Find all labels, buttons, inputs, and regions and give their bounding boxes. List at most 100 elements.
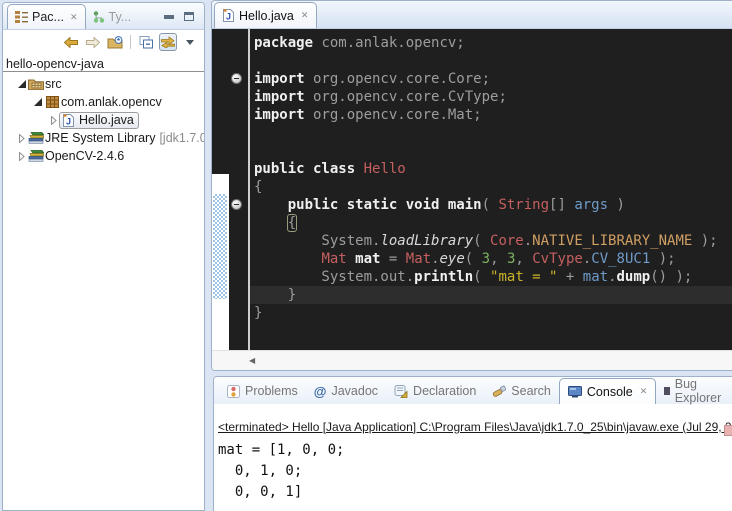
tab-label: Ty... bbox=[109, 10, 132, 24]
close-icon[interactable]: ✕ bbox=[640, 386, 648, 397]
svg-text:J: J bbox=[66, 116, 71, 126]
tab-label: Pac... bbox=[32, 10, 64, 24]
code-line[interactable]: import org.opencv.core.CvType; bbox=[254, 88, 732, 106]
range-indicator bbox=[213, 194, 227, 299]
tree-item-label: com.anlak.opencv bbox=[61, 95, 162, 109]
code-line[interactable]: { bbox=[254, 214, 732, 232]
fold-collapse-icon[interactable] bbox=[231, 73, 242, 84]
code-line[interactable]: public static void main( String[] args ) bbox=[254, 196, 732, 214]
tree-item-label: OpenCV-2.4.6 bbox=[45, 149, 124, 163]
code-line[interactable] bbox=[254, 142, 732, 160]
collapse-all-icon[interactable] bbox=[137, 33, 155, 51]
tab-label: Declaration bbox=[413, 384, 476, 398]
view-menu-icon[interactable] bbox=[181, 33, 199, 51]
tab-label: Console bbox=[587, 385, 633, 399]
java-file-icon: J bbox=[223, 9, 234, 22]
package-icon bbox=[43, 96, 61, 108]
tree-item-label: JRE System Library bbox=[45, 131, 155, 145]
bug-icon bbox=[664, 387, 669, 395]
view-window-buttons bbox=[164, 12, 200, 29]
library-icon bbox=[27, 150, 45, 162]
project-label: hello-opencv-java bbox=[6, 57, 104, 71]
console-body: <terminated> Hello [Java Application] C:… bbox=[214, 404, 732, 503]
console-line[interactable]: 0, 0, 1] bbox=[218, 482, 732, 503]
tree-item-jre-library[interactable]: JRE System Library [jdk1.7.0 bbox=[3, 129, 204, 147]
code-lines[interactable]: package com.anlak.opencv; import org.open… bbox=[250, 29, 732, 350]
collapsed-arrow-icon[interactable] bbox=[49, 116, 59, 125]
console-view-panel: Problems @ Javadoc Declaration bbox=[213, 376, 732, 511]
tab-label: Javadoc bbox=[331, 384, 378, 398]
toolbar-separator bbox=[130, 35, 131, 49]
code-line[interactable] bbox=[254, 124, 732, 142]
expanded-arrow-icon[interactable] bbox=[17, 80, 27, 88]
tree-item-opencv-library[interactable]: OpenCV-2.4.6 bbox=[3, 147, 204, 165]
forward-icon[interactable] bbox=[84, 33, 102, 51]
svg-text:J: J bbox=[226, 12, 231, 22]
code-line[interactable] bbox=[254, 52, 732, 70]
code-line[interactable]: Mat mat = Mat.eye( 3, 3, CvType.CV_8UC1 … bbox=[254, 250, 732, 268]
close-icon[interactable]: ✕ bbox=[301, 10, 309, 21]
code-line[interactable]: } bbox=[250, 286, 732, 304]
tab-bug-explorer[interactable]: Bug Explorer bbox=[656, 378, 732, 404]
maximize-icon[interactable] bbox=[184, 12, 194, 21]
fold-collapse-icon[interactable] bbox=[231, 199, 242, 210]
tab-console[interactable]: Console ✕ bbox=[559, 378, 656, 404]
editor-panel: J Hello.java ✕ package com.anlak.opencv;… bbox=[211, 0, 732, 371]
package-explorer-icon bbox=[15, 11, 28, 23]
console-line[interactable]: mat = [1, 0, 0; bbox=[218, 440, 732, 461]
tab-hello-java[interactable]: J Hello.java ✕ bbox=[214, 2, 317, 28]
console-process-label: <terminated> Hello [Java Application] C:… bbox=[218, 420, 732, 434]
annotation-ruler bbox=[212, 29, 229, 350]
close-icon[interactable]: ✕ bbox=[70, 12, 78, 23]
tab-type-hierarchy[interactable]: Ty... bbox=[86, 4, 139, 29]
scroll-left-icon[interactable]: ◀ bbox=[249, 356, 255, 365]
library-icon bbox=[27, 132, 45, 144]
tree-item-package[interactable]: com.anlak.opencv bbox=[3, 93, 204, 111]
problems-icon bbox=[227, 385, 240, 398]
console-line[interactable]: 0, 1, 0; bbox=[218, 461, 732, 482]
console-icon bbox=[568, 386, 582, 398]
tab-label: Hello.java bbox=[239, 9, 294, 23]
tab-label: Problems bbox=[245, 384, 298, 398]
tree-item-hello-java[interactable]: J Hello.java bbox=[3, 111, 204, 129]
tab-search[interactable]: Search bbox=[484, 378, 559, 404]
code-line[interactable]: import org.opencv.core.Core; bbox=[254, 70, 732, 88]
code-line[interactable]: import org.opencv.core.Mat; bbox=[254, 106, 732, 124]
tab-label: Bug Explorer bbox=[675, 377, 724, 405]
expanded-arrow-icon[interactable] bbox=[33, 98, 43, 106]
collapsed-arrow-icon[interactable] bbox=[17, 152, 27, 161]
declaration-icon bbox=[394, 385, 408, 398]
package-explorer-panel: Pac... ✕ Ty... bbox=[2, 2, 205, 511]
javadoc-icon: @ bbox=[314, 384, 327, 399]
tree-item-src[interactable]: src bbox=[3, 75, 204, 93]
folder-up-icon[interactable] bbox=[106, 33, 124, 51]
tree-item-decoration: [jdk1.7.0 bbox=[159, 131, 204, 145]
java-file-icon: J bbox=[62, 114, 75, 127]
code-line[interactable]: System.out.println( "mat = " + mat.dump(… bbox=[254, 268, 732, 286]
fold-column bbox=[229, 29, 248, 350]
link-with-editor-icon[interactable] bbox=[159, 33, 177, 51]
code-line[interactable]: System.loadLibrary( Core.NATIVE_LIBRARY_… bbox=[254, 232, 732, 250]
tab-javadoc[interactable]: @ Javadoc bbox=[306, 378, 386, 404]
console-output[interactable]: mat = [1, 0, 0; 0, 1, 0; 0, 0, 1] bbox=[218, 440, 732, 503]
package-folder-icon bbox=[27, 78, 45, 90]
collapsed-arrow-icon[interactable] bbox=[17, 134, 27, 143]
selected-item-highlight: J Hello.java bbox=[59, 112, 139, 129]
tab-declaration[interactable]: Declaration bbox=[386, 378, 484, 404]
code-line[interactable]: public class Hello bbox=[254, 160, 732, 178]
horizontal-scrollbar[interactable]: ◀ bbox=[212, 350, 732, 370]
code-line[interactable]: } bbox=[254, 304, 732, 322]
left-tabrow: Pac... ✕ Ty... bbox=[3, 3, 204, 30]
search-icon bbox=[492, 385, 506, 398]
package-explorer-toolbar bbox=[3, 30, 204, 54]
minimize-icon[interactable] bbox=[164, 15, 174, 19]
code-line[interactable]: package com.anlak.opencv; bbox=[254, 34, 732, 52]
project-tree: hello-opencv-java src bbox=[3, 54, 204, 165]
tab-problems[interactable]: Problems bbox=[219, 378, 306, 404]
back-icon[interactable] bbox=[62, 33, 80, 51]
terminate-icon[interactable] bbox=[724, 425, 732, 436]
tab-package-explorer[interactable]: Pac... ✕ bbox=[7, 4, 86, 29]
code-line[interactable]: { bbox=[254, 178, 732, 196]
editor-content: package com.anlak.opencv; import org.open… bbox=[212, 29, 732, 350]
tree-item-project[interactable]: hello-opencv-java bbox=[3, 56, 204, 72]
